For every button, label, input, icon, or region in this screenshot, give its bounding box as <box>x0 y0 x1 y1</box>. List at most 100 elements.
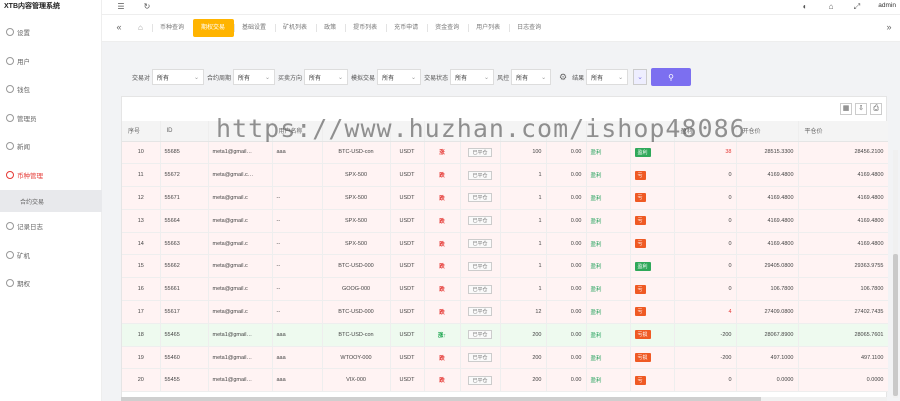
status-select[interactable]: 所有 ⌄ <box>450 69 495 85</box>
tab-currency-query[interactable]: 币种查询 <box>152 19 193 37</box>
col-no[interactable]: 序号 <box>122 121 161 142</box>
table-row[interactable]: 20 55455 meta1@gmail… aaa VIX-000 USDT 跌 已平仓 200… <box>122 368 888 393</box>
cell-profit-text: -200 <box>720 354 732 361</box>
cell-pair: SPX-500 <box>322 209 391 233</box>
cell-profit-text: 0 <box>728 194 732 201</box>
table-row[interactable]: 13 55664 meta@gmail.c -- SPX-500 USDT 跌 已平仓 1 0.0… <box>122 209 888 233</box>
table-row[interactable]: 12 55671 meta@gmail.c -- SPX-500 USDT 跌 已平仓 1 0.0… <box>122 186 888 210</box>
sidebar-item-mining[interactable]: 矿机 <box>0 241 102 270</box>
columns-icon[interactable]: ▦ <box>840 103 852 115</box>
horizontal-scrollbar[interactable] <box>121 397 887 401</box>
sidebar-item-wallet[interactable]: 钱包 <box>0 75 102 104</box>
home-icon[interactable]: ⌂ <box>138 23 143 32</box>
cell-close-price-text: 28456.2100 <box>854 149 884 156</box>
col-open-price[interactable]: 开仓价 <box>736 121 799 142</box>
scroll-thumb[interactable] <box>893 254 898 396</box>
sidebar-item-admins[interactable]: 管理员 <box>0 104 102 133</box>
tab-deposit-request[interactable]: 充币申请 <box>386 19 427 37</box>
cell-result: 盈利 <box>586 323 631 347</box>
sidebar-item-logs[interactable]: 记录日志 <box>0 212 102 241</box>
cell-email: meta1@gmail… <box>208 368 273 393</box>
tab-basic-settings[interactable]: 基础设置 <box>234 19 275 37</box>
cell-unit-text: USDT <box>399 286 415 293</box>
col-pair[interactable] <box>322 121 391 142</box>
cell-close-price-text: 106.7800 <box>860 286 884 293</box>
cell-direction: 跌 <box>424 209 461 233</box>
fullscreen-icon[interactable]: ⤢ <box>852 2 862 12</box>
table-row[interactable]: 15 55662 meta@gmail.c -- BTC-USD-000 USDT 跌 已平仓… <box>122 254 888 279</box>
gear-icon[interactable]: ⚙ <box>558 72 568 82</box>
table-row[interactable]: 11 55672 meta@gmail.c… SPX-500 USDT 跌 已平仓 1 0.00… <box>122 163 888 188</box>
tab-log-query[interactable]: 日志查询 <box>509 19 550 37</box>
cell-close-price: 4169.4800 <box>798 186 888 210</box>
col-amount[interactable] <box>500 121 547 142</box>
sidebar-item-news[interactable]: 新闻 <box>0 132 102 161</box>
vertical-scrollbar[interactable] <box>893 150 898 398</box>
table-row[interactable]: 16 55661 meta@gmail.c -- GOOG-000 USDT 跌 已平仓 1 0.… <box>122 277 888 302</box>
risk-select[interactable]: 所有 ⌄ <box>511 69 552 85</box>
col-badge[interactable] <box>630 121 675 142</box>
tab-policy[interactable]: 政策 <box>316 19 345 37</box>
expand-filters-button[interactable]: ⌄ <box>633 69 648 85</box>
table-row[interactable]: 10 55685 meta1@gmail… aaa BTC-USD-con USDT 涨 已平… <box>122 141 888 165</box>
cell-unit: USDT <box>390 368 425 393</box>
sidebar-item-users[interactable]: 用户 <box>0 47 102 76</box>
period-select[interactable]: 所有 ⌄ <box>233 69 276 85</box>
col-unit[interactable] <box>390 121 425 142</box>
result-select[interactable]: 所有 ⌄ <box>586 69 629 85</box>
tab-withdraw-list[interactable]: 提币列表 <box>345 19 386 37</box>
cell-amount: 200 <box>500 323 547 347</box>
user-name[interactable]: admin <box>878 2 896 9</box>
cell-profit: 4 <box>674 300 737 324</box>
sidebar-item-settings[interactable]: 设置 <box>0 18 102 47</box>
pair-select[interactable]: 所有 ⌄ <box>152 69 205 85</box>
cell-result-text: 盈利 <box>590 173 602 180</box>
refresh-icon[interactable]: ↻ <box>142 2 152 12</box>
cell-open-price: 27409.0800 <box>736 300 799 324</box>
cell-amount: 200 <box>500 368 547 393</box>
tab-miner-list[interactable]: 矿机列表 <box>275 19 316 37</box>
export-icon[interactable]: ⇩ <box>855 103 867 115</box>
table-row[interactable]: 17 55617 meta@gmail.c -- BTC-USD-000 USDT 跌 已平仓… <box>122 300 888 324</box>
cell-status: 已平仓 <box>460 254 501 279</box>
chevron-down-icon: ⌄ <box>637 74 644 81</box>
cell-email: meta@gmail.c <box>208 232 273 256</box>
col-name[interactable]: 用户名称 <box>272 121 323 142</box>
col-direction[interactable] <box>424 121 461 142</box>
menu-toggle-icon[interactable]: ☰ <box>116 2 126 12</box>
cell-close-price-text: 4169.4800 <box>857 172 884 179</box>
table-row[interactable]: 19 55460 meta1@gmail… aaa WTOOY-000 USDT 跌 已平仓 2… <box>122 346 888 370</box>
sidebar-item-options[interactable]: 期权 <box>0 269 102 298</box>
cell-email-text: meta@gmail.c <box>212 286 248 293</box>
col-id[interactable]: ID <box>160 121 209 142</box>
filter-label: 交易对 <box>132 75 151 82</box>
col-status[interactable] <box>460 121 501 142</box>
table-toolbar: ▦ ⇩ ⎙ <box>840 103 882 115</box>
tab-user-list[interactable]: 用户列表 <box>468 19 509 37</box>
print-icon[interactable]: ⎙ <box>870 103 882 115</box>
tab-funds-query[interactable]: 资金查询 <box>427 19 468 37</box>
simulated-select[interactable]: 所有 ⌄ <box>377 69 422 85</box>
table-row[interactable]: 18 55465 meta1@gmail… aaa BTC-USD-con USDT 涨↑ 已… <box>122 323 888 347</box>
col-close-price[interactable]: 平仓价 <box>798 121 888 142</box>
sidebar-subitem-contract[interactable]: 合约交易 <box>0 190 102 212</box>
tag-icon[interactable]: ⌂ <box>826 2 836 12</box>
tab-list: 币种查询 期权交易 基础设置 矿机列表 政策 提币列表 充币申请 资金查询 用户… <box>152 19 550 39</box>
tabs-scroll-left-icon[interactable]: « <box>112 22 126 32</box>
col-fee[interactable] <box>546 121 587 142</box>
scroll-thumb[interactable] <box>121 397 761 401</box>
theme-icon[interactable]: ◐ <box>800 2 810 12</box>
col-email[interactable] <box>208 121 273 142</box>
sidebar-item-currency[interactable]: 币种管理 <box>0 161 102 190</box>
tab-options-trade[interactable]: 期权交易 <box>193 19 235 37</box>
cell-no: 19 <box>122 346 161 370</box>
cell-amount-text: 1 <box>538 217 542 224</box>
col-profit[interactable]: 盈利 <box>674 121 737 142</box>
tabs-scroll-right-icon[interactable]: » <box>882 22 896 32</box>
cell-no: 18 <box>122 323 161 347</box>
col-result[interactable] <box>586 121 631 142</box>
table-row[interactable]: 14 55663 meta@gmail.c -- SPX-500 USDT 跌 已平仓 1 0.0… <box>122 232 888 256</box>
direction-select[interactable]: 所有 ⌄ <box>304 69 349 85</box>
search-button[interactable]: ⚲ <box>651 68 692 86</box>
select-value: 所有 <box>238 75 251 82</box>
